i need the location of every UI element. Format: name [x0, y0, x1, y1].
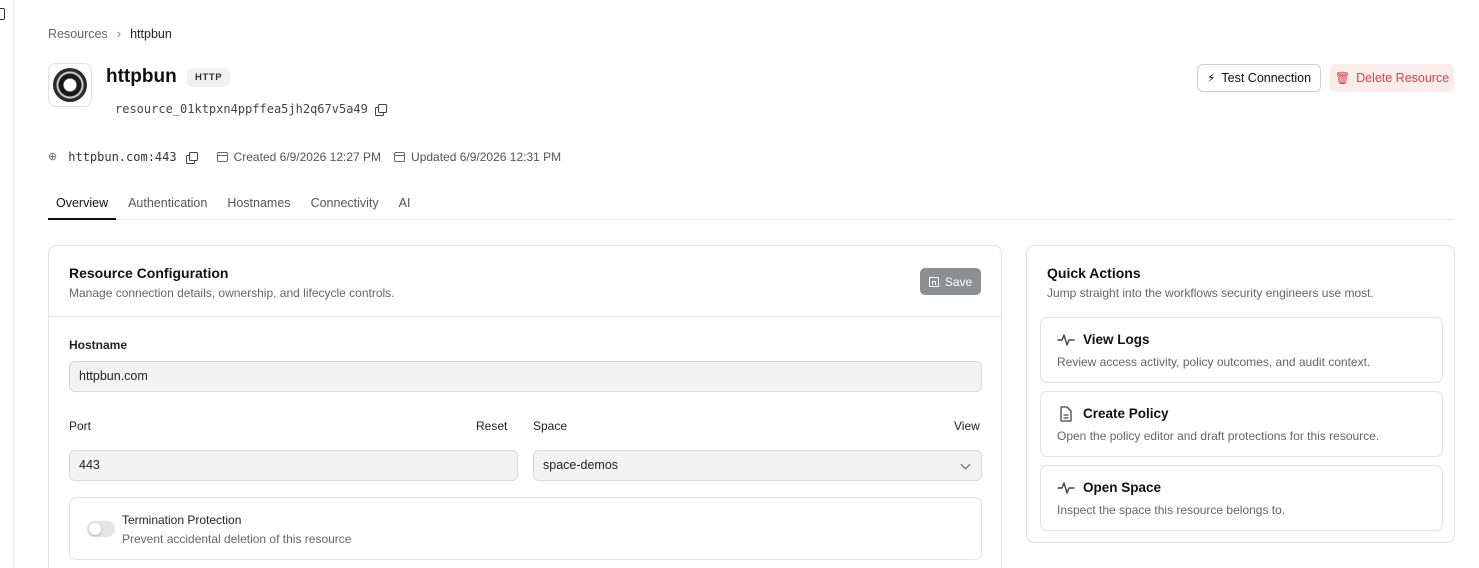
updated-text: Updated 6/9/2026 12:31 PM	[411, 150, 562, 164]
resource-id-text: resource_01ktpxn4ppffea5jh2q67v5a49	[115, 102, 368, 116]
space-label: Space	[533, 419, 568, 433]
chevron-right-icon: ›	[116, 26, 122, 41]
updated-meta: Updated 6/9/2026 12:31 PM	[394, 150, 561, 164]
page-title: httpbun	[106, 66, 177, 87]
plug-icon: ⚡	[1206, 71, 1216, 85]
hostname-label: Hostname	[69, 338, 128, 352]
quick-action-description: Open the policy editor and draft protect…	[1057, 429, 1380, 443]
tab-overview[interactable]: Overview	[48, 188, 117, 220]
tab-bar: Overview Authentication Hostnames Connec…	[48, 188, 1454, 220]
breadcrumb-resources-link[interactable]: Resources	[48, 27, 108, 41]
trash-icon: 🗑	[1334, 71, 1351, 85]
termination-protection-panel: Termination Protection Prevent accidenta…	[69, 497, 982, 560]
activity-icon	[1057, 482, 1075, 494]
save-icon	[928, 276, 939, 287]
copy-icon[interactable]	[185, 151, 198, 164]
save-label: Save	[944, 274, 973, 289]
port-reset-link[interactable]: Reset	[476, 419, 507, 433]
quick-actions-title: Quick Actions	[1047, 265, 1141, 281]
calendar-icon	[216, 152, 228, 162]
delete-resource-label: Delete Resource	[1356, 71, 1450, 85]
copy-icon[interactable]	[374, 103, 387, 116]
created-text: Created 6/9/2026 12:27 PM	[233, 150, 382, 164]
port-label: Port	[69, 419, 92, 433]
quick-actions-card: Quick Actions Jump straight into the wor…	[1026, 245, 1455, 543]
resource-logo-icon	[53, 68, 87, 102]
quick-action-title: Open Space	[1083, 480, 1162, 495]
delete-resource-button[interactable]: 🗑 Delete Resource	[1330, 64, 1454, 92]
quick-action-create-policy[interactable]: Create Policy Open the policy editor and…	[1040, 391, 1443, 457]
resource-endpoint: httpbun.com:443	[68, 150, 177, 164]
nav-icon[interactable]: ›	[0, 322, 5, 332]
quick-action-description: Inspect the space this resource belongs …	[1057, 503, 1286, 517]
quick-action-title: View Logs	[1083, 332, 1150, 347]
chevron-down-icon	[960, 459, 971, 470]
nav-icon[interactable]: ›	[0, 60, 5, 70]
calendar-icon	[394, 152, 406, 162]
tab-hostnames[interactable]: Hostnames	[219, 188, 298, 220]
activity-icon	[1057, 334, 1075, 346]
test-connection-label: Test Connection	[1221, 71, 1312, 85]
termination-description: Prevent accidental deletion of this reso…	[122, 532, 352, 546]
resource-configuration-card: Resource Configuration Manage connection…	[48, 245, 1002, 568]
space-select-value: space-demos	[543, 458, 619, 472]
quick-action-title: Create Policy	[1083, 406, 1169, 421]
tab-ai[interactable]: AI	[391, 188, 419, 220]
tab-connectivity[interactable]: Connectivity	[303, 188, 387, 220]
card-divider	[49, 316, 1001, 317]
nav-icon[interactable]: ·	[0, 94, 5, 104]
space-select[interactable]: space-demos	[533, 450, 982, 481]
breadcrumb-current: httpbun	[130, 26, 172, 41]
nav-icon[interactable]: ·	[0, 246, 5, 256]
space-view-link[interactable]: View	[954, 419, 980, 433]
tab-authentication[interactable]: Authentication	[120, 188, 215, 220]
config-subtitle: Manage connection details, ownership, an…	[69, 286, 395, 300]
created-meta: Created 6/9/2026 12:27 PM	[216, 150, 382, 164]
save-button[interactable]: Save	[920, 268, 981, 295]
nav-icon[interactable]: ›	[0, 284, 5, 294]
sidebar-rail: › · › › | · › ›	[0, 0, 14, 568]
globe-icon: ⊕	[48, 150, 58, 163]
resource-meta: ⊕ httpbun.com:443 Created 6/9/2026 12:27…	[48, 150, 561, 164]
resource-type-badge: HTTP	[187, 68, 231, 87]
sidebar-toggle-icon[interactable]	[0, 8, 5, 20]
document-icon	[1060, 406, 1072, 422]
nav-icon[interactable]: ›	[0, 136, 5, 146]
nav-icon[interactable]: |	[0, 208, 5, 218]
resource-logo	[48, 63, 92, 107]
resource-id: resource_01ktpxn4ppffea5jh2q67v5a49	[115, 102, 387, 116]
breadcrumb: Resources › httpbun	[48, 26, 172, 41]
hostname-field[interactable]: httpbun.com	[69, 361, 982, 392]
termination-protection-toggle[interactable]	[87, 521, 115, 537]
quick-actions-subtitle: Jump straight into the workflows securit…	[1047, 286, 1374, 300]
port-field[interactable]: 443	[69, 450, 518, 481]
quick-action-description: Review access activity, policy outcomes,…	[1057, 355, 1371, 369]
config-title: Resource Configuration	[69, 265, 229, 281]
quick-action-view-logs[interactable]: View Logs Review access activity, policy…	[1040, 317, 1443, 383]
test-connection-button[interactable]: ⚡ Test Connection	[1197, 64, 1321, 92]
quick-action-open-space[interactable]: Open Space Inspect the space this resour…	[1040, 465, 1443, 531]
nav-icon[interactable]: ›	[0, 172, 5, 182]
termination-title: Termination Protection	[122, 513, 242, 527]
